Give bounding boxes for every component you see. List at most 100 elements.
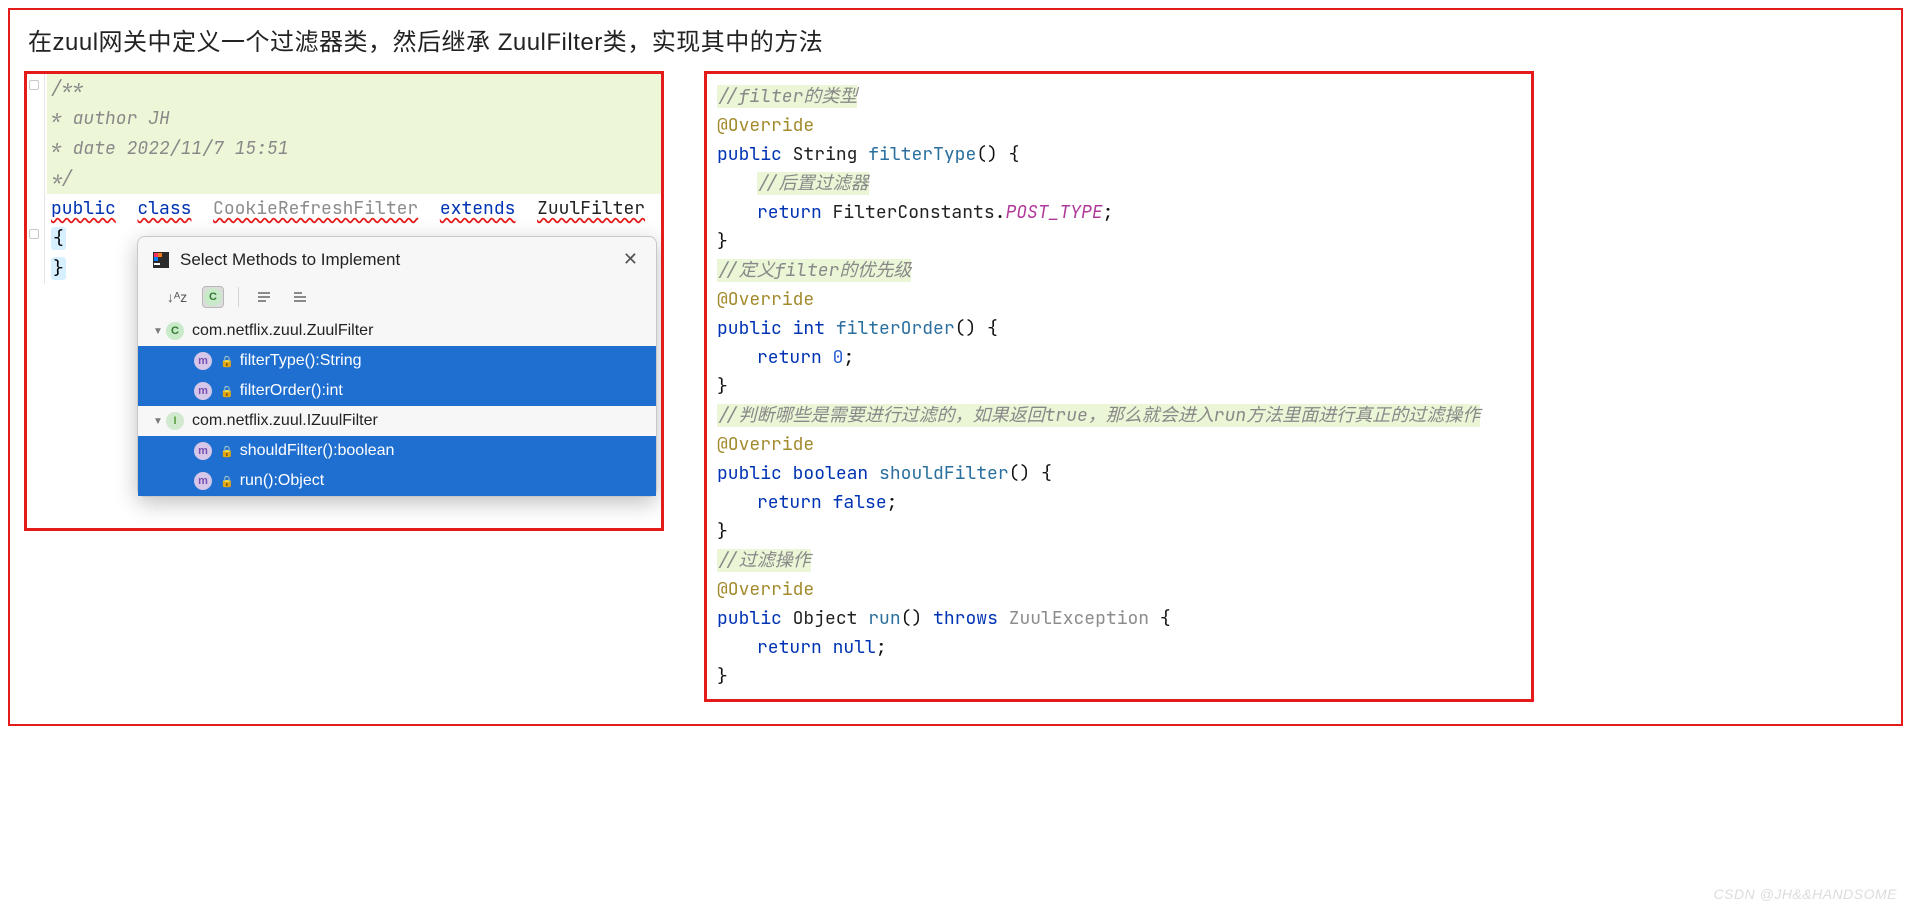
columns: /** * author JH * date 2022/11/7 15:51 *… — [24, 71, 1887, 702]
comment-filter-order: //定义filter的优先级 — [717, 259, 911, 282]
class-filter-button[interactable]: C — [202, 286, 224, 308]
kw-public: public — [717, 462, 782, 485]
tree-row-izuulfilter[interactable]: ▼ I com.netflix.zuul.IZuulFilter — [138, 406, 656, 436]
toolbar-separator — [238, 287, 239, 307]
tree-row-run[interactable]: m 🔒 run():Object — [138, 466, 656, 496]
brace-open: { — [1009, 143, 1020, 166]
tree-label: run():Object — [240, 472, 324, 490]
tree-row-shouldfilter[interactable]: m 🔒 shouldFilter():boolean — [138, 436, 656, 466]
javadoc-close: */ — [51, 167, 73, 190]
class-badge-icon: C — [166, 322, 184, 340]
fn-run: run — [868, 607, 900, 630]
fn-filtertype: filterType — [868, 143, 976, 166]
exception-type: ZuulException — [1009, 607, 1149, 630]
brace-close: } — [717, 375, 728, 398]
caret-down-icon[interactable]: ▼ — [150, 416, 166, 427]
kw-null: null — [833, 636, 876, 659]
kw-return: return — [757, 346, 822, 369]
override-annotation: @Override — [717, 578, 814, 601]
kw-public: public — [51, 197, 116, 220]
right-code-panel: //filter的类型 @Override public String filt… — [704, 71, 1534, 702]
brace-close: } — [717, 520, 728, 543]
watermark: CSDN @JH&&HANDSOME — [1714, 886, 1897, 902]
fold-handle-icon[interactable] — [29, 80, 41, 92]
semi: ; — [887, 491, 898, 514]
sort-button[interactable]: ↓ᴬz — [166, 286, 188, 308]
tree-label: com.netflix.zuul.ZuulFilter — [192, 322, 373, 340]
javadoc-date: * date 2022/11/7 15:51 — [51, 137, 289, 160]
brace-open: { — [1041, 462, 1052, 485]
kw-return: return — [757, 636, 822, 659]
lock-icon: 🔒 — [220, 475, 234, 488]
left-editor-panel: /** * author JH * date 2022/11/7 15:51 *… — [24, 71, 664, 531]
method-badge-icon: m — [194, 382, 212, 400]
kw-false: false — [833, 491, 887, 514]
lock-icon: 🔒 — [220, 385, 234, 398]
semi: ; — [843, 346, 854, 369]
dialog-title: Select Methods to Implement — [180, 250, 607, 270]
class-name: CookieRefreshFilter — [213, 197, 418, 220]
type-object: Object — [793, 607, 858, 630]
kw-public: public — [717, 317, 782, 340]
brace-close: } — [717, 230, 728, 253]
override-annotation: @Override — [717, 114, 814, 137]
javadoc-open: /** — [51, 77, 83, 100]
editor-gutter — [27, 74, 45, 284]
tree-row-filtertype[interactable]: m 🔒 filterType():String — [138, 346, 656, 376]
kw-int: int — [793, 317, 825, 340]
fold-handle-icon[interactable] — [29, 229, 41, 241]
tree-row-filterorder[interactable]: m 🔒 filterOrder():int — [138, 376, 656, 406]
tree-label: shouldFilter():boolean — [240, 442, 395, 460]
comment-post-filter: //后置过滤器 — [757, 172, 869, 195]
method-badge-icon: m — [194, 472, 212, 490]
parent-class: ZuulFilter — [537, 197, 645, 220]
brace-open: { — [987, 317, 998, 340]
page-title: 在zuul网关中定义一个过滤器类，然后继承 ZuulFilter类，实现其中的方… — [24, 20, 1887, 71]
implement-methods-dialog: Select Methods to Implement ✕ ↓ᴬz C — [137, 236, 657, 497]
tree-label: com.netflix.zuul.IZuulFilter — [192, 412, 378, 430]
kw-return: return — [757, 491, 822, 514]
kw-public: public — [717, 607, 782, 630]
fn-filterorder: filterOrder — [836, 317, 955, 340]
method-badge-icon: m — [194, 442, 212, 460]
kw-extends: extends — [440, 197, 516, 220]
brace-open: { — [1160, 607, 1171, 630]
intellij-icon — [152, 251, 170, 269]
const-post-type: POST_TYPE — [1005, 201, 1102, 224]
parens: () — [955, 317, 977, 340]
tree-label: filterType():String — [240, 352, 362, 370]
kw-class: class — [137, 197, 191, 220]
method-badge-icon: m — [194, 352, 212, 370]
javadoc-author: * author JH — [51, 107, 170, 130]
brace-open: { — [51, 227, 66, 250]
code-listing: //filter的类型 @Override public String filt… — [717, 82, 1521, 691]
fn-shouldfilter: shouldFilter — [879, 462, 1009, 485]
brace-close: } — [717, 665, 728, 688]
brace-close: } — [51, 257, 66, 280]
dialog-titlebar: Select Methods to Implement ✕ — [138, 237, 656, 280]
lock-icon: 🔒 — [220, 355, 234, 368]
method-tree[interactable]: ▼ C com.netflix.zuul.ZuulFilter m 🔒 filt… — [138, 316, 656, 496]
comment-should-filter: //判断哪些是需要进行过滤的，如果返回true，那么就会进入run方法里面进行真… — [717, 404, 1480, 427]
parens: () — [901, 607, 923, 630]
comment-filter-type: //filter的类型 — [717, 85, 857, 108]
semi: ; — [876, 636, 887, 659]
interface-badge-icon: I — [166, 412, 184, 430]
kw-return: return — [757, 201, 822, 224]
parens: () — [976, 143, 998, 166]
class-badge-label: C — [209, 291, 217, 303]
expand-all-button[interactable] — [253, 286, 275, 308]
kw-public: public — [717, 143, 782, 166]
const-class: FilterConstants — [833, 201, 995, 224]
tree-row-zuulfilter[interactable]: ▼ C com.netflix.zuul.ZuulFilter — [138, 316, 656, 346]
dialog-toolbar: ↓ᴬz C — [138, 280, 656, 316]
dialog-close-icon[interactable]: ✕ — [617, 247, 644, 272]
override-annotation: @Override — [717, 433, 814, 456]
literal-zero: 0 — [833, 346, 844, 369]
caret-down-icon[interactable]: ▼ — [150, 326, 166, 337]
document-frame: 在zuul网关中定义一个过滤器类，然后继承 ZuulFilter类，实现其中的方… — [8, 8, 1903, 726]
lock-icon: 🔒 — [220, 445, 234, 458]
comment-run: //过滤操作 — [717, 549, 811, 572]
collapse-all-button[interactable] — [289, 286, 311, 308]
kw-boolean: boolean — [793, 462, 869, 485]
